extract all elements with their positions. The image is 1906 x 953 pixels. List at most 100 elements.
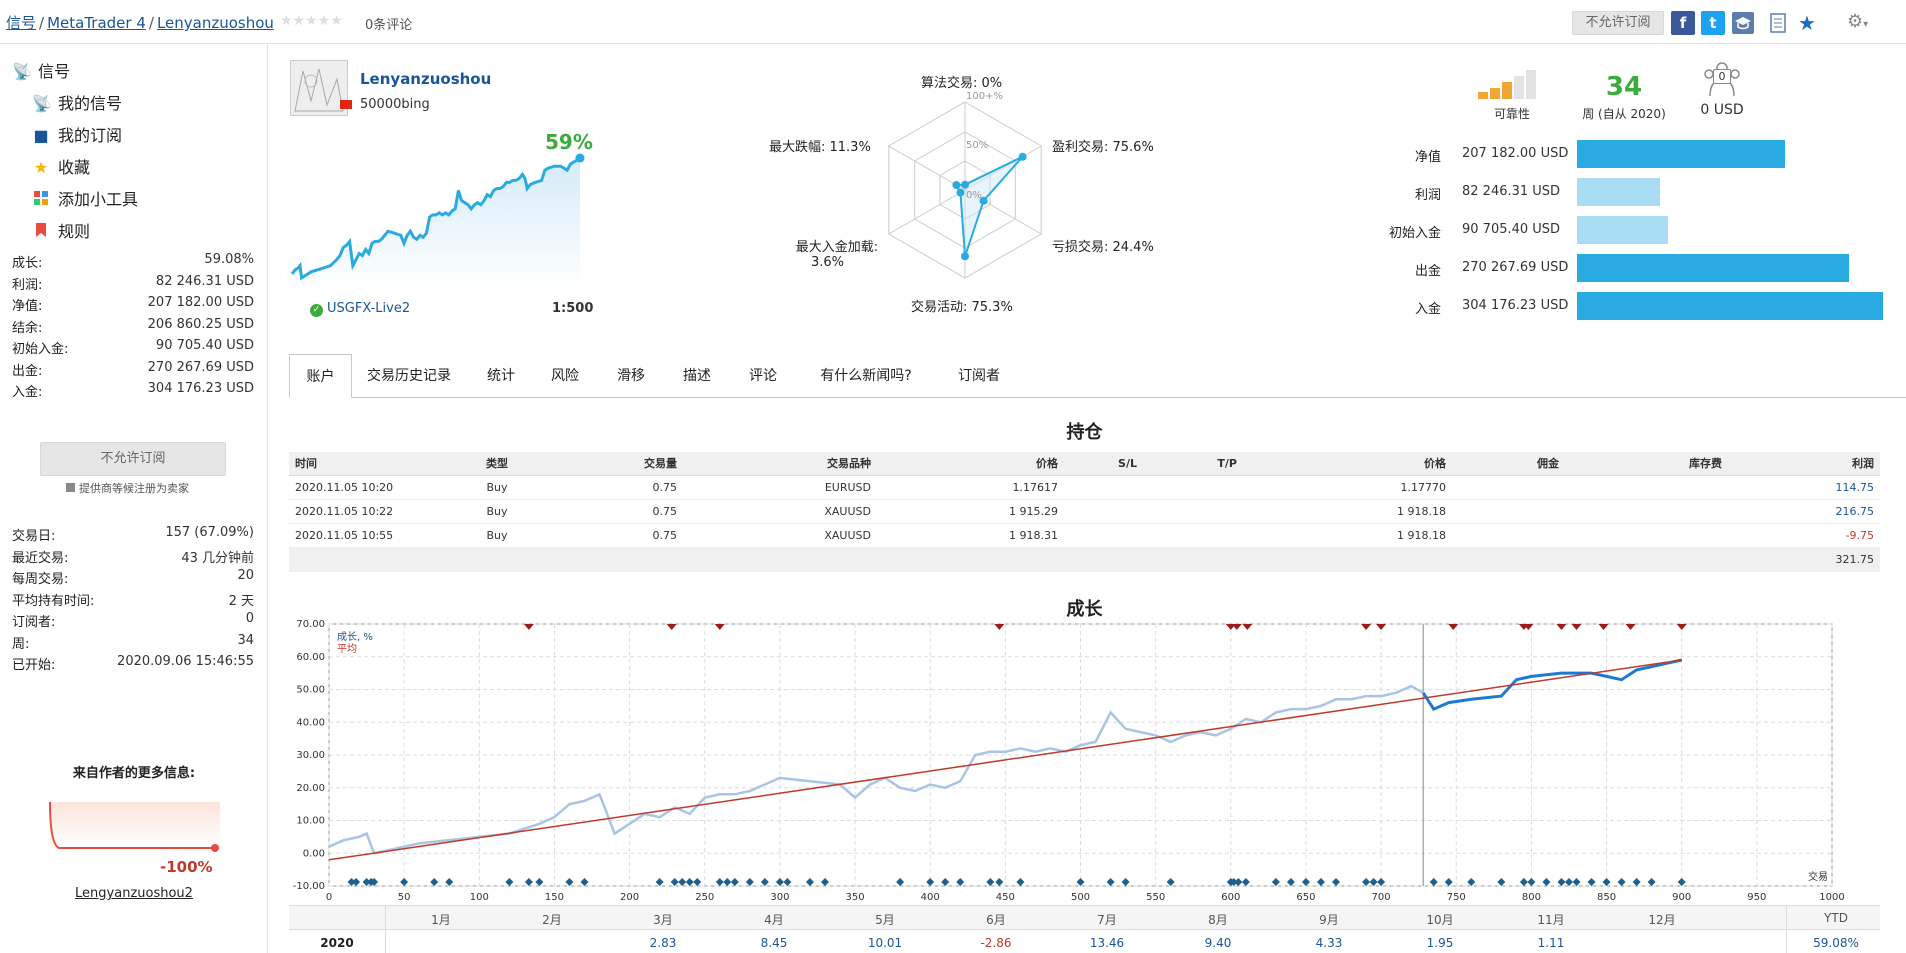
table-row[interactable]: 2020.11.05 10:55 Buy 0.75 XAUUSD 1 918.31 1 9…: [289, 524, 1880, 548]
stat-label: 净值:: [12, 299, 43, 314]
sidebar-item-signals[interactable]: 📡 信号: [12, 58, 70, 82]
stat-value: 82 246.31 USD: [155, 273, 254, 289]
month-value[interactable]: 1.11: [1511, 936, 1591, 950]
weeks-label: 周 (自从 2020): [1582, 107, 1666, 121]
tab-description[interactable]: 描述: [677, 354, 717, 398]
info-icon: [66, 483, 75, 492]
tab-subscribers[interactable]: 订阅者: [949, 354, 1009, 398]
balance-bar-value: 90 705.40 USD: [1462, 222, 1561, 237]
tab-statistics[interactable]: 统计: [481, 354, 521, 398]
author-other-signal-link[interactable]: Lengyanzuoshou2: [0, 886, 268, 901]
author-mini-chart[interactable]: [45, 796, 225, 866]
balance-bar[interactable]: [1577, 254, 1849, 282]
table-cell: 1 915.29: [1009, 505, 1058, 518]
document-icon[interactable]: [1768, 12, 1788, 38]
x-tick-label: 150: [545, 892, 564, 903]
stat-label: 出金:: [12, 363, 43, 379]
balance-bar[interactable]: [1577, 140, 1785, 168]
subscribe-disabled-button[interactable]: 不允许订阅: [1572, 11, 1664, 35]
table-row[interactable]: 2020.11.05 10:22 Buy 0.75 XAUUSD 1 915.29 1 9…: [289, 500, 1880, 524]
balance-bar[interactable]: [1577, 178, 1660, 206]
table-cell: 0.75: [652, 481, 678, 494]
sidebar-item-rules[interactable]: 规则: [32, 218, 90, 242]
month-value[interactable]: 9.40: [1178, 936, 1258, 950]
sidebar-subscribe-disabled-button[interactable]: 不允许订阅: [40, 442, 226, 476]
legend-growth: 成长, %: [337, 631, 373, 643]
china-flag-icon: [340, 100, 352, 109]
x-tick-label: 800: [1522, 892, 1541, 903]
month-value[interactable]: 10.01: [845, 936, 925, 950]
tab-slippage[interactable]: 滑移: [611, 354, 651, 398]
month-value[interactable]: 13.46: [1067, 936, 1147, 950]
tab-risks[interactable]: 风险: [545, 354, 585, 398]
sidebar-stat-row: 平均持有时间: 2 天: [12, 590, 254, 609]
month-value[interactable]: 8.45: [734, 936, 814, 950]
server-label[interactable]: ✓ USGFX-Live2: [310, 301, 410, 317]
stat-label: 订阅者:: [12, 615, 56, 630]
month-value[interactable]: -2.86: [956, 936, 1036, 950]
y-tick-label: 10.00: [296, 816, 325, 827]
tab-trade-history[interactable]: 交易历史记录: [359, 354, 459, 398]
balance-bar[interactable]: [1577, 292, 1883, 320]
graduation-cap-icon[interactable]: [1732, 12, 1754, 38]
sidebar-item-favorites[interactable]: ★ 收藏: [32, 154, 90, 178]
stat-value: 2020.09.06 15:46:55: [117, 654, 254, 669]
balance-bar[interactable]: [1577, 216, 1668, 244]
table-cell: 216.75: [1835, 505, 1875, 518]
y-tick-label: 0.00: [303, 848, 325, 859]
settings-gear-icon[interactable]: ⚙▾: [1847, 11, 1868, 32]
month-label: 5月: [875, 913, 895, 927]
rating-stars[interactable]: ★★★★★: [280, 13, 343, 29]
tab-reviews[interactable]: 评论: [743, 354, 783, 398]
tab-news[interactable]: 有什么新闻吗?: [814, 354, 918, 398]
month-label: 7月: [1097, 913, 1117, 927]
growth-chart[interactable]: 0 50 100 150 200 250 300 350 400 450 500 550 600 650 7…: [289, 618, 1880, 903]
balance-bar-label: 出金: [1414, 264, 1441, 279]
sidebar-item-label: 我的订阅: [58, 126, 123, 145]
month-value[interactable]: 59.08%: [1796, 936, 1876, 950]
growth-sparkline[interactable]: [290, 150, 590, 295]
sidebar-item-my-subscriptions[interactable]: ■ 我的订阅: [32, 122, 122, 146]
twitter-icon[interactable]: t: [1701, 11, 1725, 35]
table-cell: Buy: [486, 481, 508, 494]
provider-name[interactable]: Lenyanzuoshou: [360, 70, 491, 88]
favorite-star-icon[interactable]: ★: [1798, 11, 1816, 35]
sidebar-item-label: 添加小工具: [58, 190, 139, 209]
reviews-count[interactable]: 0条评论: [365, 14, 412, 33]
radar-point: [952, 181, 961, 190]
stat-value: 90 705.40 USD: [155, 338, 254, 353]
radar-label-algo: 算法交易: 0%: [921, 76, 1003, 91]
x-tick-label: 750: [1447, 892, 1466, 903]
sidebar-stat-row: 利润: 82 246.31 USD: [12, 274, 254, 293]
table-cell: 利润: [1852, 457, 1874, 470]
x-tick-label: 700: [1372, 892, 1391, 903]
stat-value: 304 176.23 USD: [147, 381, 254, 396]
table-cell: Buy: [486, 505, 508, 518]
sidebar-item-label: 我的信号: [58, 94, 123, 113]
month-label: 2月: [542, 913, 562, 927]
table-cell: -9.75: [1845, 529, 1874, 542]
x-tick-label: 250: [695, 892, 714, 903]
server-name: USGFX-Live2: [327, 301, 411, 316]
breadcrumb-separator: /: [148, 14, 154, 32]
table-total-row: 321.75: [289, 548, 1880, 572]
month-value[interactable]: 1.95: [1400, 936, 1480, 950]
month-value[interactable]: 4.33: [1289, 936, 1369, 950]
tab-account[interactable]: 账户: [289, 354, 352, 398]
stat-value: 43 几分钟前: [181, 550, 254, 566]
sidebar-item-my-signals[interactable]: 📡 我的信号: [32, 90, 122, 114]
breadcrumb-provider-link[interactable]: Lenyanzuoshou: [157, 14, 274, 32]
facebook-icon[interactable]: f: [1671, 11, 1695, 35]
month-value[interactable]: 2.83: [623, 936, 703, 950]
y-tick-label: -10.00: [293, 881, 325, 892]
robot-icon: ■: [33, 126, 49, 145]
table-row[interactable]: 2020.11.05 10:20 Buy 0.75 EURUSD 1.17617 1.17…: [289, 476, 1880, 500]
x-axis-label: 交易: [1808, 870, 1828, 883]
breadcrumb-platform-link[interactable]: MetaTrader 4: [47, 14, 146, 32]
x-tick-label: 450: [996, 892, 1015, 903]
sidebar-item-add-widget[interactable]: 添加小工具: [32, 186, 138, 210]
breadcrumb-signals-link[interactable]: 信号: [6, 14, 36, 32]
stat-value: 20: [237, 568, 254, 583]
tab-bar: 账户 交易历史记录 统计 风险 滑移 描述 评论 有什么新闻吗? 订阅者: [289, 354, 1906, 398]
month-label: 9月: [1319, 913, 1339, 927]
